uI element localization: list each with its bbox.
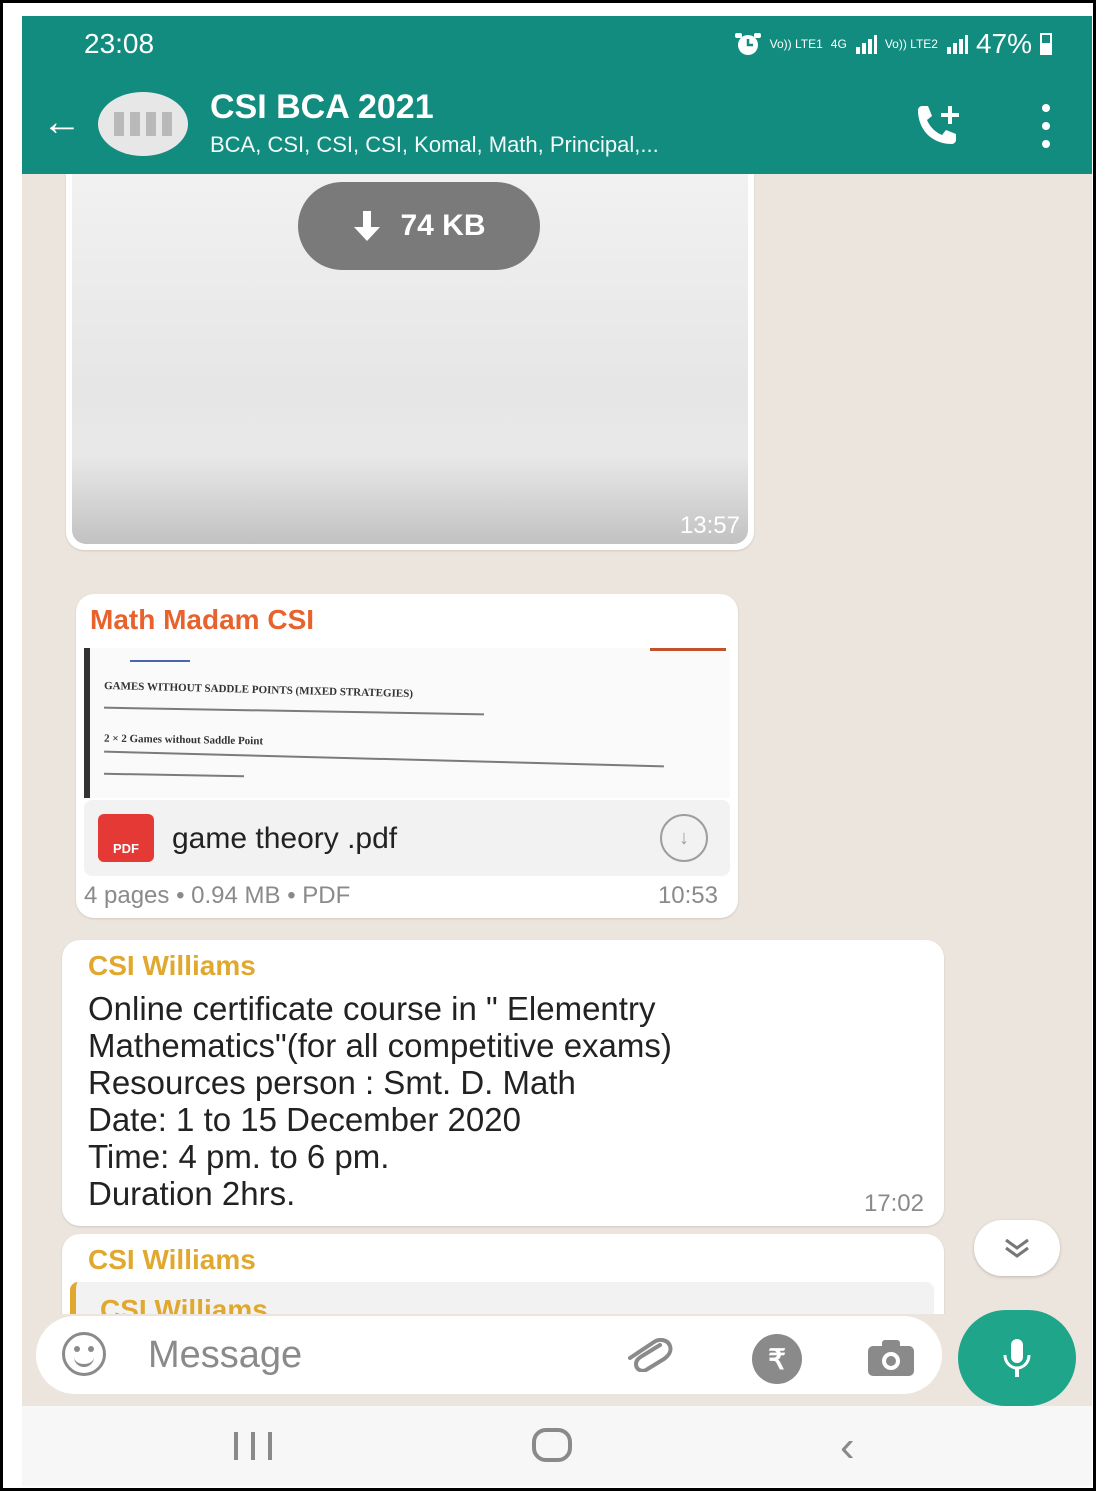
thumb-text-line — [104, 706, 484, 716]
handwritten-mark — [130, 660, 190, 662]
group-members[interactable]: BCA, CSI, CSI, CSI, Komal, Math, Princip… — [210, 132, 659, 158]
sender-name[interactable]: Math Madam CSI — [90, 604, 314, 636]
pdf-badge: PDF — [113, 841, 139, 856]
thumb-subheading: 2 × 2 Games without Saddle Point — [103, 732, 264, 748]
thumb-heading: GAMES WITHOUT SADDLE POINTS (MIXED STRAT… — [103, 679, 414, 701]
image-message[interactable]: 74 KB 13:57 — [66, 174, 754, 550]
download-button[interactable]: 74 KB — [298, 182, 540, 270]
rupee-payment-icon[interactable]: ₹ — [752, 1334, 802, 1384]
network-label: 4G — [830, 37, 847, 51]
system-nav-bar: ‹ — [22, 1406, 1092, 1486]
message-line: Time: 4 pm. to 6 pm. — [88, 1138, 390, 1175]
alarm-icon — [734, 33, 761, 55]
battery-icon — [1040, 33, 1052, 55]
thumb-text-line — [104, 750, 664, 768]
document-message[interactable]: Math Madam CSI GAMES WITHOUT SADDLE POIN… — [76, 594, 738, 918]
file-meta: 4 pages • 0.94 MB • PDF — [84, 882, 351, 909]
mic-button[interactable] — [958, 1310, 1076, 1406]
thumb-edge — [650, 648, 726, 651]
message-body: Online certificate course in " Elementry… — [88, 990, 672, 1212]
chat-messages[interactable]: 74 KB 13:57 Math Madam CSI GAMES WITHOUT… — [22, 174, 1092, 1314]
text-message[interactable]: CSI Williams Online certificate course i… — [62, 940, 944, 1226]
download-icon — [354, 211, 381, 241]
file-name[interactable]: game theory .pdf — [172, 822, 397, 856]
file-download-icon[interactable]: ↓ — [660, 814, 708, 862]
back-arrow-icon[interactable]: ← — [42, 102, 82, 142]
reply-message[interactable]: CSI Williams CSI Williams — [62, 1234, 944, 1314]
camera-icon[interactable] — [866, 1338, 916, 1378]
more-options-icon[interactable] — [1040, 104, 1052, 148]
nav-back-icon[interactable]: ‹ — [840, 1422, 855, 1472]
emoji-icon[interactable] — [62, 1332, 106, 1376]
scroll-down-icon — [1005, 1238, 1029, 1258]
sender-name[interactable]: CSI Williams — [88, 1244, 256, 1276]
battery-percent: 47% — [975, 28, 1032, 59]
status-time: 23:08 — [84, 28, 155, 59]
download-size: 74 KB — [400, 209, 486, 242]
signal-icon — [855, 35, 877, 54]
scroll-down-button[interactable] — [974, 1220, 1060, 1276]
signal-icon — [946, 35, 968, 54]
group-avatar[interactable] — [98, 92, 188, 156]
nav-home-icon[interactable] — [532, 1428, 572, 1462]
thumb-text-line — [103, 772, 245, 778]
rupee-symbol: ₹ — [768, 1343, 786, 1375]
attach-icon[interactable] — [624, 1338, 678, 1372]
message-time: 17:02 — [863, 1190, 924, 1217]
message-time: 10:53 — [657, 882, 718, 909]
pdf-icon: PDF — [98, 814, 154, 862]
message-composer[interactable]: Message ₹ — [36, 1316, 942, 1394]
quoted-sender-name: CSI Williams — [100, 1294, 268, 1314]
sender-name[interactable]: CSI Williams — [88, 950, 256, 982]
chat-header: ← CSI BCA 2021 BCA, CSI, CSI, CSI, Komal… — [22, 74, 1092, 174]
screenshot-frame: 23:08 Vo)) LTE1 4G Vo)) LTE2 47% ← CSI B… — [0, 0, 1096, 1491]
message-line: Duration 2hrs. — [88, 1175, 296, 1212]
message-input[interactable]: Message — [148, 1334, 302, 1377]
document-thumbnail[interactable]: GAMES WITHOUT SADDLE POINTS (MIXED STRAT… — [84, 648, 730, 798]
message-line: Resources person : Smt. D. Math — [88, 1064, 576, 1101]
message-line: Online certificate course in " Elementry — [88, 990, 656, 1027]
status-bar: 23:08 Vo)) LTE1 4G Vo)) LTE2 47% — [22, 16, 1092, 74]
message-line: Date: 1 to 15 December 2020 — [88, 1101, 521, 1138]
sim1-label: Vo)) LTE1 — [769, 37, 823, 51]
blurred-image-preview[interactable]: 74 KB — [72, 174, 748, 544]
mic-icon — [1003, 1339, 1031, 1377]
add-call-icon[interactable] — [912, 102, 968, 150]
phone-screen: 23:08 Vo)) LTE1 4G Vo)) LTE2 47% ← CSI B… — [22, 16, 1092, 1486]
quoted-message[interactable]: CSI Williams — [70, 1282, 934, 1314]
file-row[interactable]: PDF game theory .pdf ↓ — [84, 800, 730, 876]
message-line: Mathematics"(for all competitive exams) — [88, 1027, 672, 1064]
group-title[interactable]: CSI BCA 2021 — [210, 88, 434, 127]
status-icons: Vo)) LTE1 4G Vo)) LTE2 47% — [734, 28, 1052, 60]
sim2-label: Vo)) LTE2 — [884, 37, 938, 51]
message-time: 13:57 — [679, 512, 740, 539]
nav-recents-icon[interactable] — [234, 1432, 272, 1460]
